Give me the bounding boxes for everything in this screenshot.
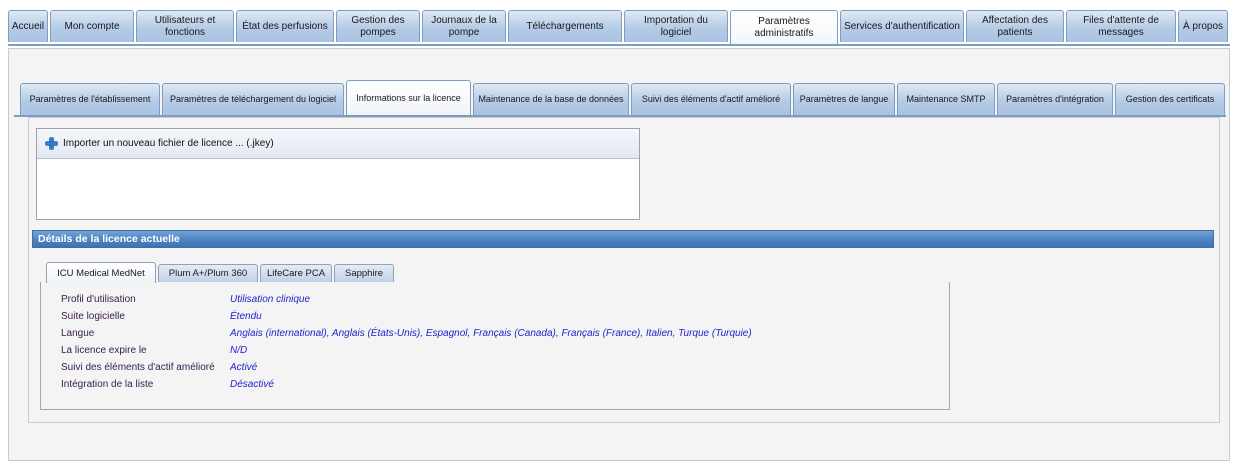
- detail-label: La licence expire le: [61, 345, 147, 356]
- detail-value: Activé: [230, 362, 258, 373]
- license-details-title: Détails de la licence actuelle: [38, 233, 180, 245]
- import-license-label: Importer un nouveau fichier de licence .…: [63, 138, 274, 149]
- tab-files-attente-messages[interactable]: Files d'attente de messages: [1066, 10, 1176, 42]
- tab-parametres-administratifs[interactable]: Paramètres administratifs: [730, 10, 838, 44]
- detail-label: Intégration de la liste: [61, 379, 154, 390]
- plus-icon: [45, 137, 58, 150]
- license-details-header: Détails de la licence actuelle: [32, 230, 1214, 248]
- product-tab-lifecare-pca[interactable]: LifeCare PCA: [260, 264, 332, 282]
- sub-nav: Paramètres de l'établissement Paramètres…: [14, 80, 1226, 117]
- detail-value: Utilisation clinique: [230, 294, 311, 305]
- tab-affectation-des-patients[interactable]: Affectation des patients: [966, 10, 1064, 42]
- subtab-parametres-telechargement-logiciel[interactable]: Paramètres de téléchargement du logiciel: [162, 83, 344, 115]
- subtab-parametres-langue[interactable]: Paramètres de langue: [793, 83, 895, 115]
- import-toolbar: Importer un nouveau fichier de licence .…: [37, 129, 639, 159]
- subtab-suivi-elements-actif[interactable]: Suivi des éléments d'actif amélioré: [631, 83, 791, 115]
- detail-label: Profil d'utilisation: [61, 294, 136, 305]
- import-license-button[interactable]: Importer un nouveau fichier de licence .…: [45, 137, 274, 150]
- tab-mon-compte[interactable]: Mon compte: [50, 10, 134, 42]
- product-tab-plum[interactable]: Plum A+/Plum 360: [158, 264, 258, 282]
- subtab-maintenance-base-donnees[interactable]: Maintenance de la base de données: [473, 83, 629, 115]
- detail-value: N/D: [230, 345, 248, 356]
- tab-journaux-de-la-pompe[interactable]: Journaux de la pompe: [422, 10, 506, 42]
- tab-accueil[interactable]: Accueil: [8, 10, 48, 42]
- subtab-maintenance-smtp[interactable]: Maintenance SMTP: [897, 83, 995, 115]
- main-nav: Accueil Mon compte Utilisateurs et fonct…: [8, 10, 1230, 46]
- tab-a-propos[interactable]: À propos: [1178, 10, 1228, 42]
- detail-value: Étendu: [230, 311, 262, 322]
- subtab-informations-licence[interactable]: Informations sur la licence: [346, 80, 471, 115]
- product-tab-icu-medical-mednet[interactable]: ICU Medical MedNet: [46, 262, 156, 283]
- detail-label: Langue: [61, 328, 95, 339]
- import-license-box: Importer un nouveau fichier de licence .…: [36, 128, 640, 220]
- tab-gestion-des-pompes[interactable]: Gestion des pompes: [336, 10, 420, 42]
- product-tab-sapphire[interactable]: Sapphire: [334, 264, 394, 282]
- tab-importation-du-logiciel[interactable]: Importation du logiciel: [624, 10, 728, 42]
- subtab-parametres-etablissement[interactable]: Paramètres de l'établissement: [20, 83, 160, 115]
- tab-etat-des-perfusions[interactable]: État des perfusions: [236, 10, 334, 42]
- subtab-gestion-certificats[interactable]: Gestion des certificats: [1115, 83, 1225, 115]
- tab-telechargements[interactable]: Téléchargements: [508, 10, 622, 42]
- tab-services-authentification[interactable]: Services d'authentification: [840, 10, 964, 42]
- tab-utilisateurs-et-fonctions[interactable]: Utilisateurs et fonctions: [136, 10, 234, 42]
- subtab-parametres-integration[interactable]: Paramètres d'intégration: [997, 83, 1113, 115]
- detail-value: Anglais (international), Anglais (États-…: [230, 328, 752, 339]
- detail-label: Suivi des éléments d'actif amélioré: [61, 362, 215, 373]
- detail-value: Désactivé: [230, 379, 274, 390]
- product-tabs: ICU Medical MedNet Plum A+/Plum 360 Life…: [40, 262, 950, 283]
- license-details-table: Profil d'utilisation Utilisation cliniqu…: [40, 282, 950, 410]
- detail-label: Suite logicielle: [61, 311, 125, 322]
